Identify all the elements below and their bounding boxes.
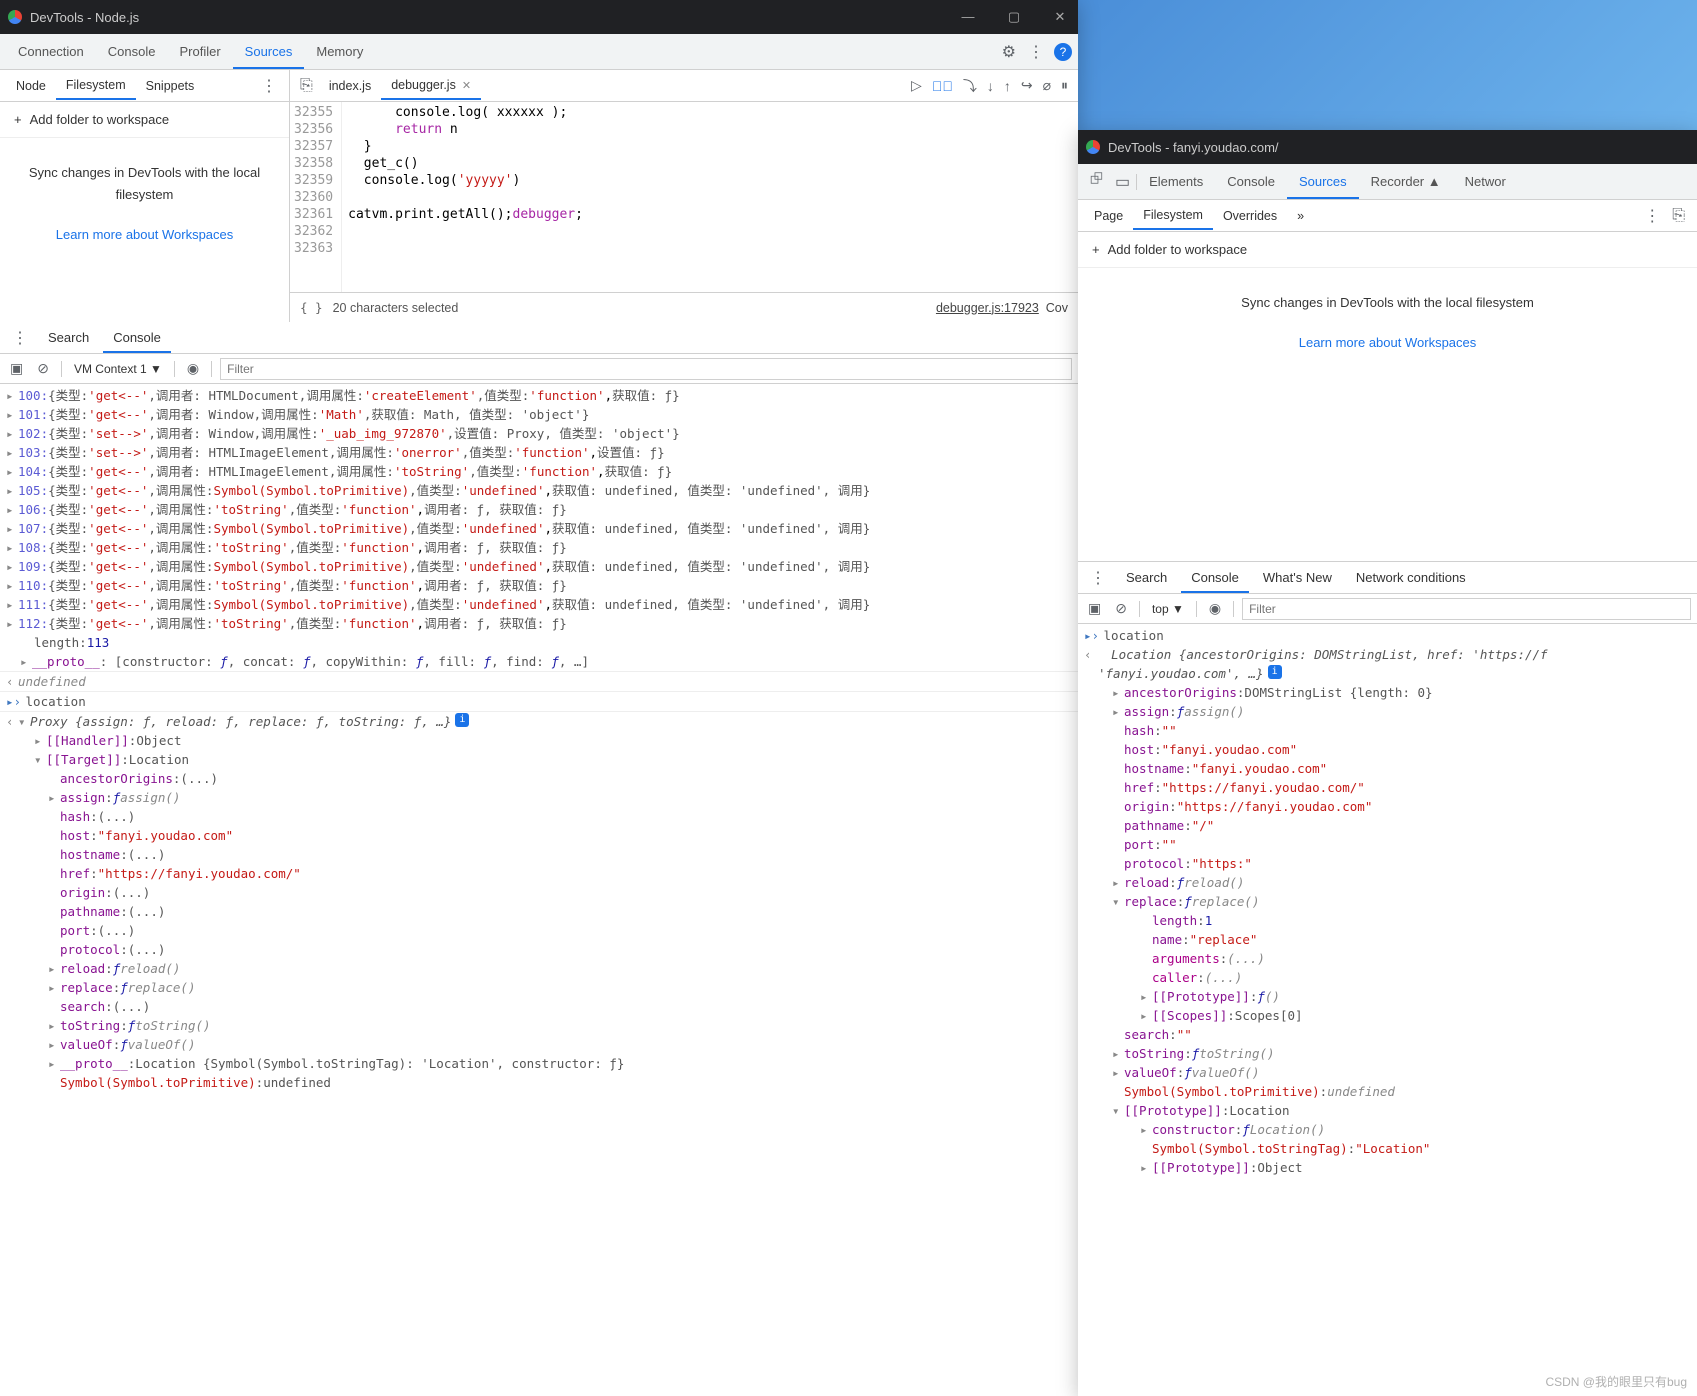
more-icon[interactable]: ⋮ xyxy=(1022,38,1050,66)
context-select[interactable]: VM Context 1 ▼ xyxy=(70,360,166,378)
sync-text: Sync changes in DevTools with the local … xyxy=(29,165,260,202)
sidebar-left: Node Filesystem Snippets ⋮ Add folder to… xyxy=(0,70,290,322)
toggle-nav-icon[interactable]: ⎘ xyxy=(1666,203,1691,229)
tab-sources[interactable]: Sources xyxy=(1287,166,1359,199)
help-icon[interactable]: ? xyxy=(1054,43,1072,61)
console-toolbar: ▣ ⊘ VM Context 1 ▼ ◉ xyxy=(0,354,1078,384)
watermark: CSDN @我的眼里只有bug xyxy=(1545,1373,1687,1390)
devtools-window-nodejs: DevTools - Node.js ― ▢ ✕ Connection Cons… xyxy=(0,0,1078,1396)
more-icon[interactable]: ⋮ xyxy=(6,324,34,352)
more-icon[interactable]: ⋮ xyxy=(255,72,283,100)
close-button[interactable]: ✕ xyxy=(1050,9,1070,25)
drawer-tabs: ⋮ Search Console What's New Network cond… xyxy=(1078,562,1697,594)
console-toolbar: ▣ ⊘ top ▼ ◉ xyxy=(1078,594,1697,624)
subtab-page[interactable]: Page xyxy=(1084,203,1133,229)
pretty-print-icon[interactable]: { } xyxy=(300,300,323,315)
close-icon[interactable]: ✕ xyxy=(462,79,471,92)
add-folder-button[interactable]: Add folder to workspace xyxy=(0,102,289,138)
drawer-tab-search[interactable]: Search xyxy=(1116,564,1177,591)
subtab-filesystem[interactable]: Filesystem xyxy=(56,72,136,100)
console-output[interactable]: 100: {类型: 'get<--', 调用者: HTMLDocument, 调… xyxy=(0,384,1078,1396)
sync-text: Sync changes in DevTools with the local … xyxy=(1241,295,1534,310)
titlebar[interactable]: DevTools - Node.js ― ▢ ✕ xyxy=(0,0,1078,34)
drawer-tab-console[interactable]: Console xyxy=(103,324,171,353)
editor-area: ⎘ index.js debugger.js ✕ ▷ ▶⃓ ⤵ ↓ ↑ ↪ ⌀ ⏸… xyxy=(290,70,1078,322)
tab-sources[interactable]: Sources xyxy=(233,36,305,69)
toggle-sidebar-icon[interactable]: ▣ xyxy=(6,358,27,379)
clear-console-icon[interactable]: ⊘ xyxy=(33,358,53,379)
subtab-filesystem[interactable]: Filesystem xyxy=(1133,202,1213,230)
inspect-icon[interactable]: ⮺ xyxy=(1084,164,1109,199)
device-icon[interactable]: ▭ xyxy=(1109,168,1136,196)
maximize-button[interactable]: ▢ xyxy=(1004,9,1024,25)
add-folder-button[interactable]: Add folder to workspace xyxy=(1078,232,1697,268)
selection-status: 20 characters selected xyxy=(333,301,459,315)
context-select[interactable]: top ▼ xyxy=(1148,600,1188,618)
settings-icon[interactable]: ⚙ xyxy=(996,38,1022,66)
top-tabs: ⮺ ▭ Elements Console Sources Recorder ▲ … xyxy=(1078,164,1697,200)
window-title: DevTools - Node.js xyxy=(30,10,958,25)
sync-message: Sync changes in DevTools with the local … xyxy=(0,138,289,270)
step-into-icon[interactable]: ↓ xyxy=(987,78,994,94)
file-loc[interactable]: debugger.js:17923 xyxy=(936,301,1039,315)
console-output[interactable]: › location Location {ancestorOrigins: DO… xyxy=(1078,624,1697,1396)
subtab-overrides[interactable]: Overrides xyxy=(1213,203,1287,229)
tab-network[interactable]: Networ xyxy=(1453,166,1518,197)
learn-more-link[interactable]: Learn more about Workspaces xyxy=(18,224,271,246)
drawer-tab-whatsnew[interactable]: What's New xyxy=(1253,564,1342,591)
filter-input[interactable] xyxy=(1242,598,1691,620)
chrome-icon xyxy=(1086,140,1100,154)
desktop-bg xyxy=(1078,0,1697,130)
subtab-node[interactable]: Node xyxy=(6,73,56,99)
tab-connection[interactable]: Connection xyxy=(6,36,96,67)
subtab-more[interactable]: » xyxy=(1287,203,1314,229)
eye-icon[interactable]: ◉ xyxy=(1205,598,1225,619)
more-icon[interactable]: ⋮ xyxy=(1084,564,1112,592)
tab-console[interactable]: Console xyxy=(96,36,168,67)
toggle-nav-icon[interactable]: ⎘ xyxy=(294,73,319,99)
eye-icon[interactable]: ◉ xyxy=(183,358,203,379)
tab-profiler[interactable]: Profiler xyxy=(167,36,232,67)
tab-memory[interactable]: Memory xyxy=(304,36,375,67)
toggle-sidebar-icon[interactable]: ▣ xyxy=(1084,598,1105,619)
top-tabs: Connection Console Profiler Sources Memo… xyxy=(0,34,1078,70)
tab-recorder[interactable]: Recorder ▲ xyxy=(1359,166,1453,197)
titlebar[interactable]: DevTools - fanyi.youdao.com/ xyxy=(1078,130,1697,164)
step-out-icon[interactable]: ↑ xyxy=(1004,78,1011,94)
step-over-icon[interactable]: ⤵ xyxy=(963,76,977,96)
chrome-icon xyxy=(8,10,22,24)
deactivate-bp-icon[interactable]: ⌀ xyxy=(1043,77,1051,94)
tab-elements[interactable]: Elements xyxy=(1137,166,1215,197)
pause-exc-icon[interactable]: ⏸ xyxy=(1061,77,1068,94)
more-icon[interactable]: ⋮ xyxy=(1638,202,1666,230)
learn-more-link[interactable]: Learn more about Workspaces xyxy=(1096,332,1679,354)
code-editor[interactable]: 3235532356323573235832359323603236132362… xyxy=(290,102,1078,292)
play-icon[interactable]: ▷ xyxy=(911,77,922,94)
filter-input[interactable] xyxy=(220,358,1072,380)
drawer-tabs: ⋮ Search Console xyxy=(0,322,1078,354)
resume-icon[interactable]: ▶⃓ xyxy=(932,78,953,94)
tab-console[interactable]: Console xyxy=(1215,166,1287,197)
coverage-lbl: Cov xyxy=(1046,301,1068,315)
sync-message: Sync changes in DevTools with the local … xyxy=(1078,268,1697,378)
editor-statusbar: { } 20 characters selected debugger.js:1… xyxy=(290,292,1078,322)
filetab-label: index.js xyxy=(329,79,371,93)
window-title: DevTools - fanyi.youdao.com/ xyxy=(1108,140,1689,155)
filetab-label: debugger.js xyxy=(391,78,456,92)
filetab-index[interactable]: index.js xyxy=(319,73,381,99)
devtools-window-fanyi: DevTools - fanyi.youdao.com/ ⮺ ▭ Element… xyxy=(1078,130,1697,1396)
drawer-tab-search[interactable]: Search xyxy=(38,324,99,351)
drawer-tab-netcond[interactable]: Network conditions xyxy=(1346,564,1476,591)
subtab-snippets[interactable]: Snippets xyxy=(136,73,205,99)
step-icon[interactable]: ↪ xyxy=(1021,77,1033,94)
drawer-tab-console[interactable]: Console xyxy=(1181,564,1249,593)
clear-console-icon[interactable]: ⊘ xyxy=(1111,598,1131,619)
minimize-button[interactable]: ― xyxy=(958,9,978,25)
filetab-debugger[interactable]: debugger.js ✕ xyxy=(381,72,481,100)
